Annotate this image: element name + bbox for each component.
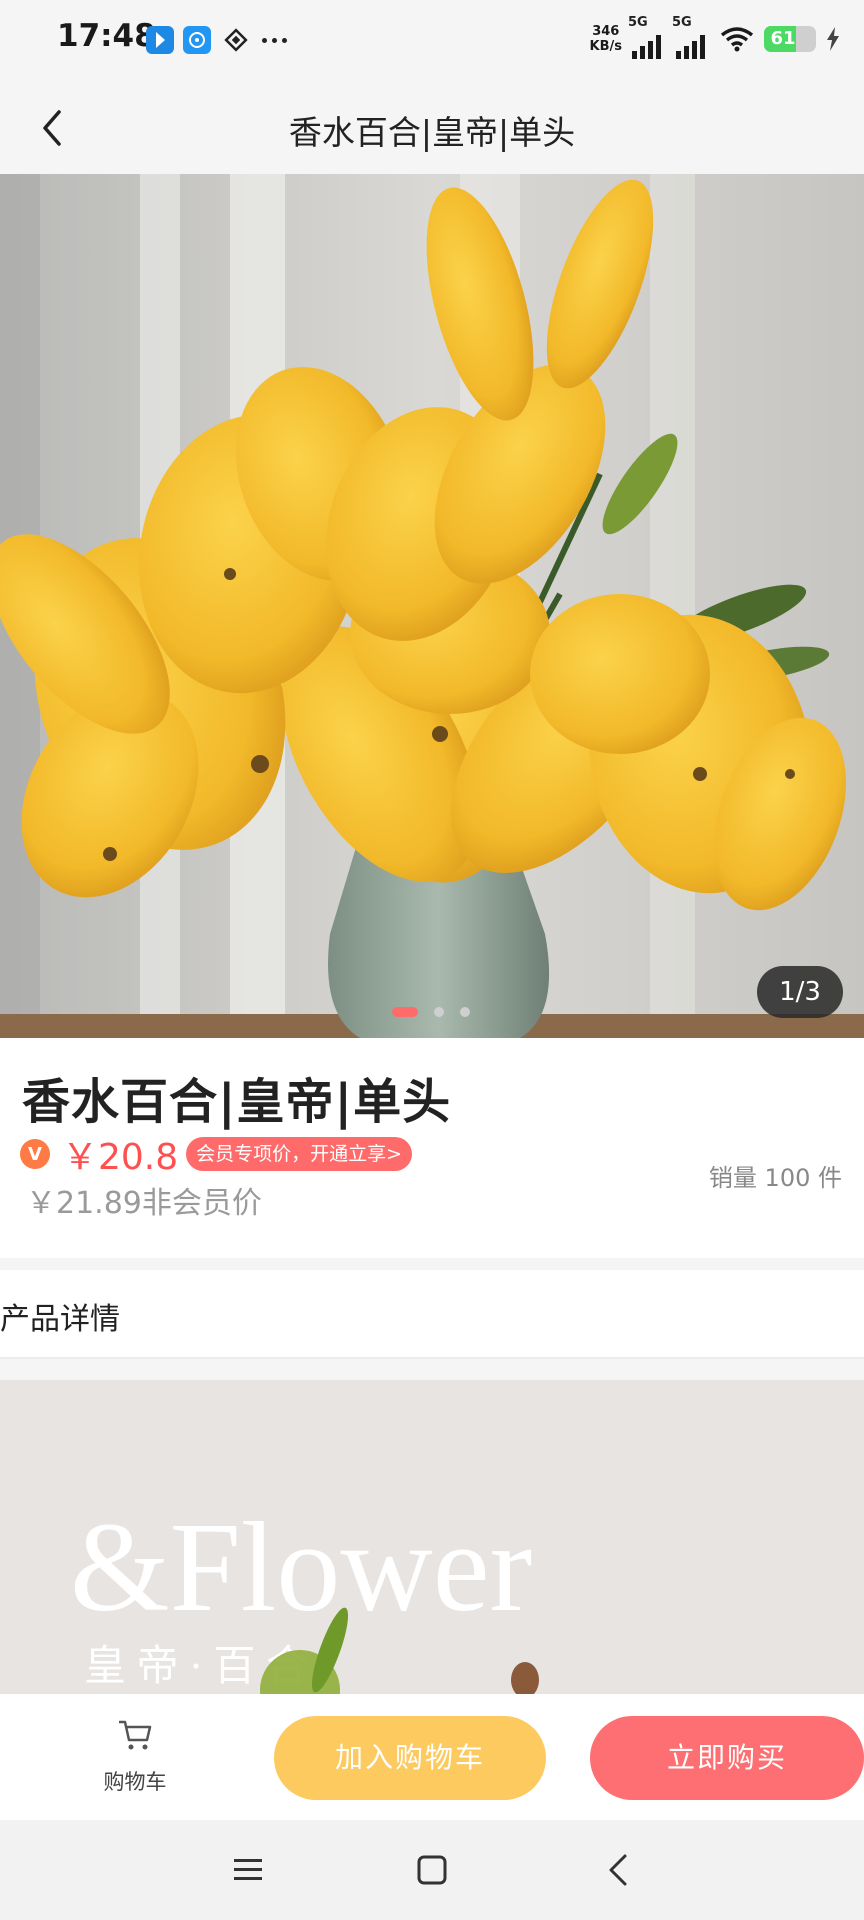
wifi-icon [720, 27, 754, 52]
cart-label: 购物车 [103, 1770, 167, 1794]
home-square-icon [417, 1855, 447, 1885]
carousel-dot[interactable] [460, 1007, 470, 1017]
carousel-dot[interactable] [392, 1007, 418, 1017]
app-notification-icon-2 [183, 26, 211, 54]
app-notification-icon-3 [222, 26, 250, 54]
details-title: 产品详情 [0, 1302, 120, 1337]
product-title: 香水百合|皇帝|单头 [22, 1074, 452, 1130]
sim2-label: 5G [672, 15, 692, 30]
status-time: 17:48 [57, 18, 156, 54]
hamburger-icon [234, 1859, 262, 1880]
product-info-card: 香水百合|皇帝|单头 V ￥20.8 会员专项价，开通立享> ￥21.89非会员… [0, 1038, 864, 1258]
signal-sim1-icon: 5G [628, 15, 666, 59]
non-member-price: ￥21.89非会员价 [26, 1186, 262, 1221]
battery-icon: 61 [764, 26, 816, 52]
navigation-bar: 香水百合|皇帝|单头 [0, 78, 864, 174]
buy-now-button[interactable]: 立即购买 [590, 1716, 864, 1800]
carousel-dot[interactable] [434, 1007, 444, 1017]
net-speed-value: 346 [592, 24, 620, 39]
details-brand-text: &Flower [70, 1496, 532, 1638]
lily-bouquet-image [0, 174, 864, 1038]
menu-nav-button[interactable] [228, 1850, 268, 1890]
net-speed-unit: KB/s [589, 39, 622, 54]
member-promo-tag[interactable]: 会员专项价，开通立享> [186, 1137, 413, 1171]
product-image-carousel[interactable] [0, 174, 864, 1038]
system-navigation-bar [0, 1820, 864, 1920]
divider [0, 1357, 864, 1359]
vip-price-row: V ￥20.8 会员专项价，开通立享> [20, 1134, 413, 1178]
signal-sim2-icon: 5G [672, 15, 710, 59]
carousel-dots [392, 1007, 470, 1017]
cart-button[interactable]: 购物车 [80, 1714, 190, 1804]
vip-price: ￥20.8 [62, 1137, 179, 1178]
more-dots-icon [262, 38, 287, 43]
home-nav-button[interactable] [412, 1850, 452, 1890]
page-title: 香水百合|皇帝|单头 [288, 113, 576, 152]
back-nav-button[interactable] [598, 1850, 638, 1890]
details-section-header: 产品详情 [0, 1270, 864, 1358]
chevron-left-icon [609, 1854, 627, 1886]
battery-level: 61 [770, 28, 796, 49]
add-to-cart-button[interactable]: 加入购物车 [274, 1716, 546, 1800]
sales-count: 销量 100 件 [708, 1164, 842, 1192]
sim1-label: 5G [628, 15, 648, 30]
cart-icon [119, 1720, 152, 1750]
details-image: &Flower 皇 帝 · 百 合 [0, 1380, 864, 1694]
charging-icon [827, 27, 839, 51]
image-counter: 1/3 [757, 966, 843, 1018]
bottom-action-bar: 购物车 加入购物车 立即购买 [0, 1694, 864, 1820]
status-right-group: 346 KB/s 5G 5G 61 [590, 15, 840, 60]
status-bar: 17:48 346 KB/s 5G 5G 61 [0, 0, 864, 78]
network-speed: 346 KB/s [590, 24, 622, 54]
vip-badge-icon: V [20, 1139, 50, 1169]
app-notification-icon-1 [146, 26, 174, 54]
